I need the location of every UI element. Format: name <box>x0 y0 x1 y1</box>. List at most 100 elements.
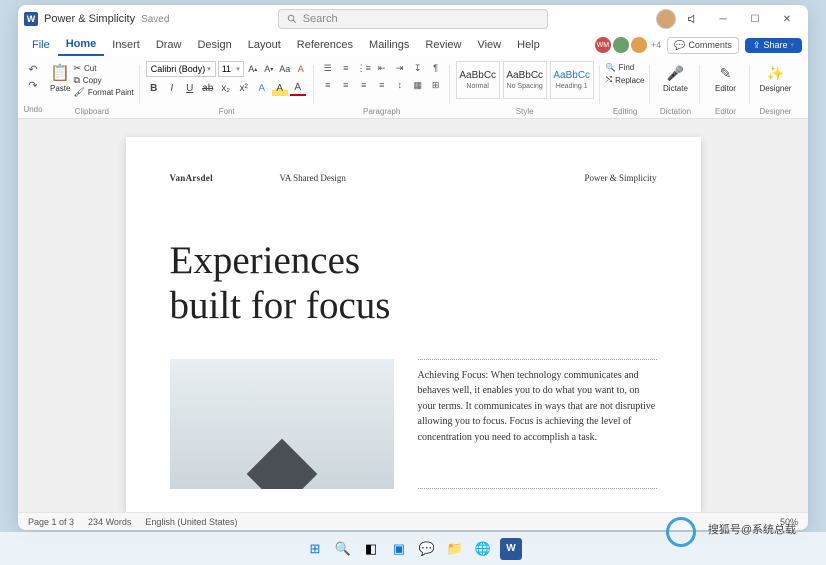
user-avatar[interactable] <box>656 9 676 29</box>
redo-icon[interactable]: ↷ <box>28 79 37 92</box>
minimize-button[interactable]: ─ <box>708 7 738 31</box>
teams-icon[interactable]: 💬 <box>416 538 438 560</box>
tab-review[interactable]: Review <box>417 35 469 55</box>
align-right-button[interactable]: ≡ <box>356 78 372 92</box>
start-button[interactable]: ⊞ <box>304 538 326 560</box>
search-box[interactable]: Search <box>278 9 548 29</box>
taskbar-search-icon[interactable]: 🔍 <box>332 538 354 560</box>
increase-indent-button[interactable]: ⇥ <box>392 61 408 75</box>
doc-image-placeholder[interactable] <box>170 359 394 489</box>
shrink-font-button[interactable]: A▾ <box>262 62 276 76</box>
font-name-select[interactable]: Calibri (Body)▾ <box>146 61 216 77</box>
tab-home[interactable]: Home <box>58 34 105 56</box>
windows-taskbar: ⊞ 🔍 ◧ ▣ 💬 📁 🌐 W <box>0 532 826 565</box>
dictate-label: Dictate <box>663 84 688 93</box>
tab-insert[interactable]: Insert <box>104 35 148 55</box>
tab-help[interactable]: Help <box>509 35 548 55</box>
style-normal[interactable]: AaBbCcNormal <box>456 61 500 99</box>
highlight-button[interactable]: A <box>272 80 288 96</box>
task-view-icon[interactable]: ◧ <box>360 538 382 560</box>
find-button[interactable]: 🔍Find <box>606 63 635 72</box>
subscript-button[interactable]: x₂ <box>218 80 234 96</box>
tab-references[interactable]: References <box>289 35 361 55</box>
multilevel-button[interactable]: ⋮≡ <box>356 61 372 75</box>
justify-button[interactable]: ≡ <box>374 78 390 92</box>
close-button[interactable]: ✕ <box>772 7 802 31</box>
doc-body-text[interactable]: Achieving Focus: When technology communi… <box>418 359 657 489</box>
text-effects-button[interactable]: A <box>254 80 270 96</box>
change-case-button[interactable]: Aa <box>278 62 292 76</box>
status-words[interactable]: 234 Words <box>88 517 131 527</box>
presence-more[interactable]: +4 <box>651 40 661 50</box>
designer-button[interactable]: ✨Designer <box>756 61 794 93</box>
edge-icon[interactable]: 🌐 <box>472 538 494 560</box>
page-header: VanArsdel VA Shared Design Power & Simpl… <box>170 173 657 183</box>
tab-file[interactable]: File <box>24 35 58 55</box>
tab-mailings[interactable]: Mailings <box>361 35 417 55</box>
paste-button[interactable]: 📋 Paste <box>50 61 70 93</box>
document-page[interactable]: VanArsdel VA Shared Design Power & Simpl… <box>126 137 701 512</box>
presence-avatar[interactable] <box>631 37 647 53</box>
cut-label: Cut <box>84 64 96 73</box>
show-marks-button[interactable]: ¶ <box>428 61 444 75</box>
bold-button[interactable]: B <box>146 80 162 96</box>
font-size-select[interactable]: 11▾ <box>218 61 244 77</box>
tab-view[interactable]: View <box>469 35 509 55</box>
shading-button[interactable]: ▦ <box>410 78 426 92</box>
chevron-down-icon: ▾ <box>790 41 794 49</box>
presence-avatar[interactable] <box>613 37 629 53</box>
line-spacing-button[interactable]: ↕ <box>392 78 408 92</box>
borders-button[interactable]: ⊞ <box>428 78 444 92</box>
cut-button[interactable]: ✂Cut <box>73 63 133 74</box>
doc-title[interactable]: Experiences built for focus <box>170 239 657 329</box>
dictate-button[interactable]: 🎤Dictate <box>656 61 694 93</box>
styles-group-label: Style <box>450 107 600 116</box>
explorer-icon[interactable]: 📁 <box>444 538 466 560</box>
presence-avatars[interactable]: WM +4 <box>595 37 661 53</box>
grow-font-button[interactable]: A▴ <box>246 62 260 76</box>
italic-button[interactable]: I <box>164 80 180 96</box>
copy-button[interactable]: ⧉Copy <box>73 75 133 86</box>
style-no-spacing[interactable]: AaBbCcNo Spacing <box>503 61 547 99</box>
align-center-button[interactable]: ≡ <box>338 78 354 92</box>
undo-icon[interactable]: ↶ <box>28 63 37 76</box>
status-language[interactable]: English (United States) <box>145 517 237 527</box>
status-page[interactable]: Page 1 of 3 <box>28 517 74 527</box>
chevron-down-icon: ▾ <box>236 65 240 73</box>
strikethrough-button[interactable]: ab <box>200 80 216 96</box>
document-canvas[interactable]: VanArsdel VA Shared Design Power & Simpl… <box>18 119 808 512</box>
editor-group-label: Editor <box>700 107 750 116</box>
share-icon: ⇪ <box>753 40 761 51</box>
presence-avatar[interactable]: WM <box>595 37 611 53</box>
format-painter-button[interactable]: 🖌Format Paint <box>73 87 133 98</box>
align-left-button[interactable]: ≡ <box>320 78 336 92</box>
replace-icon: ⤭ <box>606 75 612 85</box>
tab-layout[interactable]: Layout <box>240 35 289 55</box>
maximize-button[interactable]: ☐ <box>740 7 770 31</box>
megaphone-icon[interactable] <box>684 10 702 28</box>
font-color-button[interactable]: A <box>290 80 306 96</box>
clear-format-button[interactable]: A <box>294 62 308 76</box>
comments-label: Comments <box>688 40 732 50</box>
tab-design[interactable]: Design <box>189 35 239 55</box>
style-heading1[interactable]: AaBbCcHeading 1 <box>550 61 594 99</box>
copy-label: Copy <box>83 76 102 85</box>
font-name-value: Calibri (Body) <box>151 64 206 74</box>
superscript-button[interactable]: x² <box>236 80 252 96</box>
clipboard-icon: 📋 <box>50 63 70 83</box>
share-button[interactable]: ⇪ Share ▾ <box>745 38 802 53</box>
word-taskbar-icon[interactable]: W <box>500 538 522 560</box>
designer-label: Designer <box>759 84 791 93</box>
sort-button[interactable]: ↧ <box>410 61 426 75</box>
editor-button[interactable]: ✎Editor <box>706 61 744 93</box>
widgets-icon[interactable]: ▣ <box>388 538 410 560</box>
tab-draw[interactable]: Draw <box>148 35 190 55</box>
replace-button[interactable]: ⤭Replace <box>606 75 645 85</box>
bullets-button[interactable]: ☰ <box>320 61 336 75</box>
paragraph-group-label: Paragraph <box>314 107 450 116</box>
decrease-indent-button[interactable]: ⇤ <box>374 61 390 75</box>
underline-button[interactable]: U <box>182 80 198 96</box>
font-group-label: Font <box>140 107 314 116</box>
numbering-button[interactable]: ≡ <box>338 61 354 75</box>
comments-button[interactable]: 💬 Comments <box>667 37 739 54</box>
